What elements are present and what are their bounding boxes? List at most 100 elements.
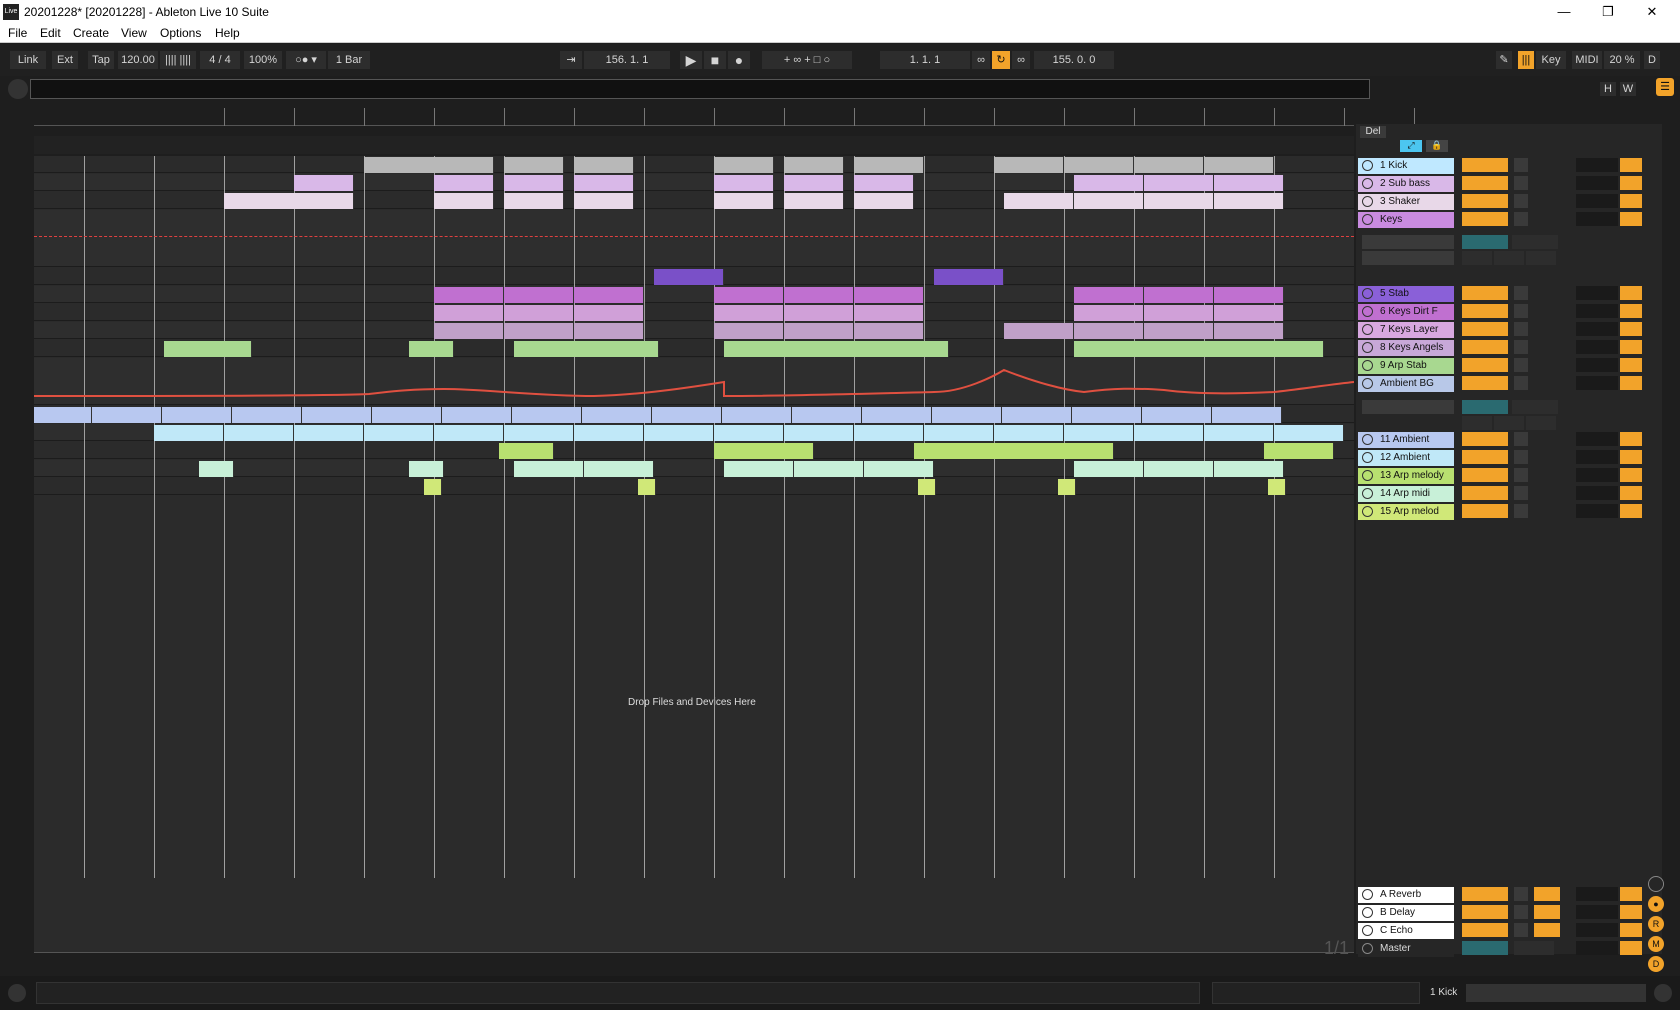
ruler-tick — [784, 108, 788, 126]
return-name-label: A Reverb — [1380, 889, 1422, 900]
detail-toggle-icon[interactable] — [1654, 984, 1672, 1002]
tempo-field[interactable]: 120.00 — [118, 51, 158, 69]
track-fold-icon[interactable] — [1362, 214, 1373, 225]
track-name: 11 Ambient — [1358, 432, 1454, 448]
track-fold-icon[interactable] — [1362, 178, 1373, 189]
return-fold-icon[interactable] — [1362, 925, 1373, 936]
signature-field[interactable]: 4 / 4 — [200, 51, 240, 69]
sig-num: 4 — [209, 54, 216, 66]
track-fold-icon[interactable] — [1362, 470, 1373, 481]
minimize-icon[interactable]: — — [1542, 2, 1586, 22]
clip — [714, 305, 784, 321]
keyboard-icon[interactable]: ||| — [1518, 51, 1534, 69]
menu-create[interactable]: Create — [73, 26, 109, 40]
track-fold-icon[interactable] — [1362, 342, 1373, 353]
return-lanes[interactable] — [34, 878, 1354, 956]
info-toggle-icon[interactable] — [8, 984, 26, 1002]
track-fold-icon[interactable] — [1362, 434, 1373, 445]
clip — [652, 407, 722, 423]
w-button[interactable]: W — [1620, 82, 1636, 96]
beat-ruler[interactable] — [34, 108, 1415, 126]
clip — [34, 407, 92, 423]
metronome-icon[interactable]: ○● ▾ — [286, 51, 326, 69]
track-fold-icon[interactable] — [1362, 378, 1373, 389]
clip — [574, 175, 634, 191]
ruler-tick — [1134, 108, 1138, 126]
locator-line — [854, 156, 855, 880]
master-fold-icon[interactable] — [1362, 943, 1373, 954]
ruler-tick — [994, 108, 998, 126]
time-ruler[interactable] — [34, 952, 1354, 972]
track-name: Keys — [1358, 212, 1454, 228]
close-icon[interactable]: ✕ — [1630, 2, 1674, 22]
punch-out-icon[interactable]: ∞ — [1012, 51, 1030, 69]
punch-in-icon[interactable]: ∞ — [972, 51, 990, 69]
clip — [854, 305, 924, 321]
track-activator — [1462, 194, 1508, 208]
track-name: 13 Arp melody — [1358, 468, 1454, 484]
restore-icon[interactable]: ❐ — [1586, 2, 1630, 22]
delay-unit — [1620, 358, 1642, 372]
overdub-icons[interactable]: + ∞ + □ ○ — [762, 51, 852, 69]
return-name: A Reverb — [1358, 887, 1454, 903]
h-button[interactable]: H — [1600, 82, 1616, 96]
track-row: 5 Stab — [1358, 286, 1654, 303]
loop-length-field[interactable]: 155. 0. 0 — [1034, 51, 1114, 69]
track-fold-icon[interactable] — [1362, 452, 1373, 463]
clip — [1214, 305, 1284, 321]
clip — [1134, 157, 1204, 173]
track-fold-icon[interactable] — [1362, 488, 1373, 499]
clip — [714, 175, 774, 191]
link-button[interactable]: Link — [10, 51, 46, 69]
clip — [504, 175, 564, 191]
track-fold-icon[interactable] — [1362, 360, 1373, 371]
clip — [1074, 287, 1144, 303]
menu-edit[interactable]: Edit — [40, 26, 61, 40]
position-field[interactable]: 156. 1. 1 — [584, 51, 670, 69]
clip — [784, 193, 844, 209]
track-fold-icon[interactable] — [1362, 324, 1373, 335]
loop-switch-icon[interactable]: ↻ — [992, 51, 1010, 69]
midi-map-button[interactable]: MIDI — [1572, 51, 1602, 69]
clip — [1004, 193, 1074, 209]
draw-mode-icon[interactable]: ✎ — [1496, 51, 1512, 69]
frequency-automation[interactable] — [34, 358, 1354, 405]
return-fold-icon[interactable] — [1362, 907, 1373, 918]
loop-start-field[interactable]: 1. 1. 1 — [880, 51, 970, 69]
stop-icon[interactable]: ■ — [704, 51, 726, 69]
locator-strip[interactable] — [34, 136, 1354, 154]
track-fold-icon[interactable] — [1362, 288, 1373, 299]
track-fold-icon[interactable] — [1362, 506, 1373, 517]
overview-bar[interactable] — [30, 79, 1370, 99]
ambient-pan-value — [1512, 400, 1558, 414]
clip — [932, 407, 1002, 423]
return-row: C Echo — [1358, 923, 1654, 940]
ext-button[interactable]: Ext — [52, 51, 78, 69]
expand-icon[interactable]: ⤢ — [1400, 140, 1422, 152]
menu-view[interactable]: View — [121, 26, 147, 40]
locator-line — [1274, 156, 1275, 880]
play-icon[interactable]: ▶ — [680, 51, 702, 69]
track-fold-icon[interactable] — [1362, 160, 1373, 171]
lock-icon[interactable]: 🔒 — [1426, 140, 1448, 152]
menu-file[interactable]: File — [8, 26, 27, 40]
arrangement-view[interactable]: Drop Files and Devices Here — [34, 156, 1354, 880]
key-map-button[interactable]: Key — [1536, 51, 1566, 69]
menu-icon[interactable]: ☰ — [1656, 78, 1674, 96]
menu-help[interactable]: Help — [215, 26, 240, 40]
clip — [654, 269, 724, 285]
quantize-select[interactable]: 1 Bar — [328, 51, 370, 69]
return-fold-icon[interactable] — [1362, 889, 1373, 900]
d-toggle-icon[interactable]: D — [1648, 956, 1664, 972]
clip — [722, 407, 792, 423]
browser-toggle-icon[interactable] — [8, 79, 28, 99]
track-fold-icon[interactable] — [1362, 196, 1373, 207]
del-button[interactable]: Del — [1360, 126, 1386, 138]
nudge-icon[interactable]: |||| |||| — [160, 51, 196, 69]
menu-options[interactable]: Options — [160, 26, 201, 40]
track-fold-icon[interactable] — [1362, 306, 1373, 317]
tap-button[interactable]: Tap — [88, 51, 114, 69]
follow-icon[interactable]: ⇥ — [560, 51, 582, 69]
zoom-field[interactable]: 100% — [244, 51, 282, 69]
record-icon[interactable]: ● — [728, 51, 750, 69]
